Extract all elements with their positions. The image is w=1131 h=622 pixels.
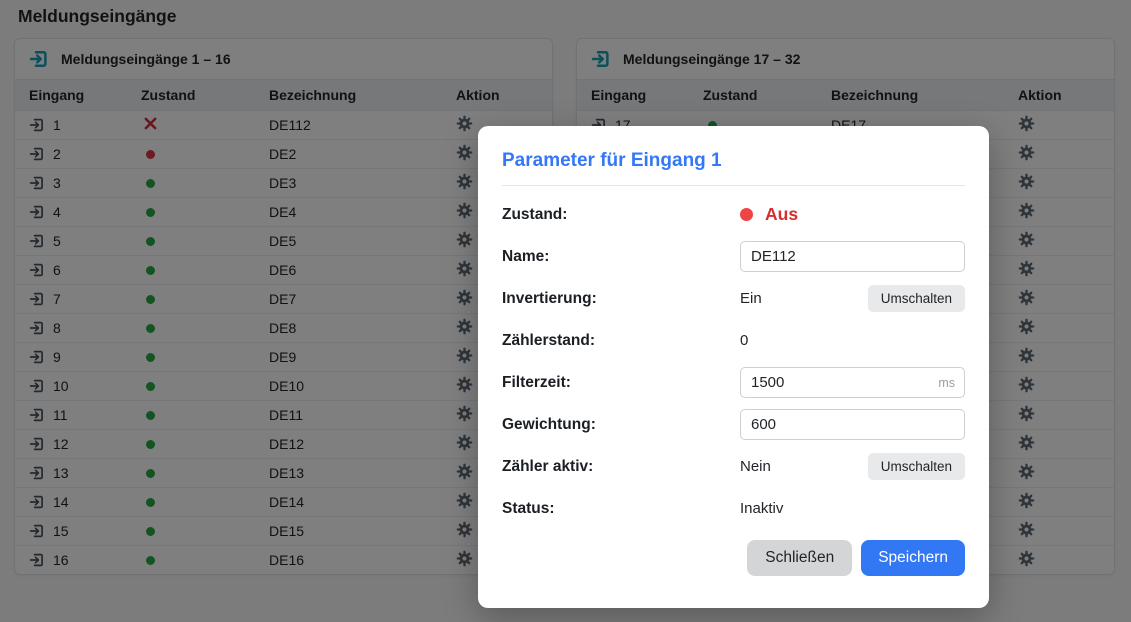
gewichtung-label: Gewichtung: [502, 416, 740, 434]
dialog-footer: Schließen Speichern [502, 540, 965, 576]
field-status: Status: Inaktiv [502, 493, 965, 524]
field-zaehlerstand: Zählerstand: 0 [502, 325, 965, 356]
field-gewichtung: Gewichtung: [502, 409, 965, 440]
parameter-dialog: Parameter für Eingang 1 Zustand: Aus Nam… [478, 126, 989, 608]
status-value: Inaktiv [740, 500, 783, 517]
zustand-value: Aus [765, 204, 798, 225]
save-button[interactable]: Speichern [861, 540, 965, 576]
filterzeit-label: Filterzeit: [502, 374, 740, 392]
field-zustand: Zustand: Aus [502, 199, 965, 230]
zaehlerstand-label: Zählerstand: [502, 332, 740, 350]
zaehlerstand-value: 0 [740, 332, 748, 349]
close-button[interactable]: Schließen [747, 540, 852, 576]
invertierung-value: Ein [740, 290, 762, 307]
gewichtung-input[interactable] [740, 409, 965, 440]
filterzeit-input[interactable] [740, 367, 965, 398]
zaehler-aktiv-toggle-button[interactable]: Umschalten [868, 453, 965, 480]
field-zaehler-aktiv: Zähler aktiv: Nein Umschalten [502, 451, 965, 482]
field-filterzeit: Filterzeit: ms [502, 367, 965, 398]
name-label: Name: [502, 248, 740, 266]
invertierung-label: Invertierung: [502, 290, 740, 308]
zaehler-aktiv-value: Nein [740, 458, 771, 475]
dialog-title: Parameter für Eingang 1 [502, 150, 965, 172]
state-off-dot [740, 208, 753, 221]
status-label: Status: [502, 500, 740, 518]
zustand-label: Zustand: [502, 206, 740, 224]
field-name: Name: [502, 241, 965, 272]
zaehler-aktiv-label: Zähler aktiv: [502, 458, 740, 476]
filterzeit-unit: ms [938, 376, 955, 390]
dialog-divider [502, 185, 965, 186]
name-input[interactable] [740, 241, 965, 272]
invertierung-toggle-button[interactable]: Umschalten [868, 285, 965, 312]
field-invertierung: Invertierung: Ein Umschalten [502, 283, 965, 314]
